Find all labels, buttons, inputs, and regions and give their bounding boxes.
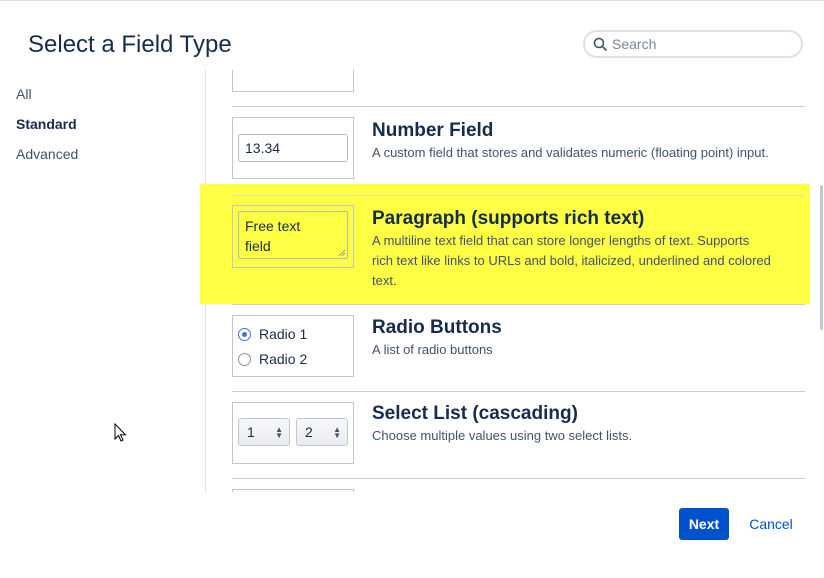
radio-label: Radio 2	[259, 351, 308, 367]
field-preview-radio: Radio 1 Radio 2	[232, 315, 354, 377]
nav-item-all[interactable]: All	[16, 85, 78, 115]
mouse-cursor-icon	[114, 423, 127, 442]
select-value: 1	[247, 424, 255, 440]
field-preview-paragraph: Free text field	[232, 205, 354, 268]
select-preview-first: 1 ▲ ▼	[238, 418, 290, 446]
search-icon	[593, 37, 607, 51]
top-border	[0, 0, 824, 1]
number-preview-input: 13.34	[238, 134, 348, 162]
preview-line: Free text	[245, 218, 301, 234]
field-row-cascading-select[interactable]: 1 ▲ ▼ 2 ▲ ▼ Select List (cascading) Choose…	[220, 392, 805, 478]
radio-unchecked-icon	[238, 352, 251, 366]
category-nav: All Standard Advanced	[16, 85, 78, 175]
radio-checked-icon	[238, 327, 251, 341]
field-type-list: 13.34 Number Field A custom field that s…	[220, 70, 805, 492]
paragraph-preview-textarea: Free text field	[238, 211, 348, 259]
field-preview-partial	[232, 489, 354, 492]
radio-option: Radio 1	[238, 326, 307, 342]
field-name: Number Field	[372, 120, 494, 141]
nav-item-advanced[interactable]: Advanced	[16, 145, 78, 175]
field-description: A list of radio buttons	[372, 342, 493, 357]
field-name: Paragraph (supports rich text)	[372, 208, 645, 229]
cancel-button[interactable]: Cancel	[745, 508, 797, 540]
nav-item-standard[interactable]: Standard	[16, 115, 78, 145]
field-preview-number: 13.34	[232, 117, 354, 179]
field-name: Radio Buttons	[372, 317, 502, 338]
radio-label: Radio 1	[259, 326, 308, 342]
search-input[interactable]	[612, 36, 782, 52]
field-description: Choose multiple values using two select …	[372, 428, 633, 443]
field-row-radio[interactable]: Radio 1 Radio 2 Radio Buttons A list of …	[220, 305, 805, 391]
preview-line: field	[245, 238, 271, 254]
field-preview-cascading: 1 ▲ ▼ 2 ▲ ▼	[232, 402, 354, 464]
field-description: A custom field that stores and validates…	[372, 145, 769, 160]
row-divider	[232, 478, 805, 479]
field-preview-partial	[232, 70, 354, 92]
radio-option: Radio 2	[238, 351, 307, 367]
select-value: 2	[305, 424, 313, 440]
dialog-title: Select a Field Type	[28, 31, 232, 58]
search-box[interactable]	[583, 30, 803, 58]
next-button[interactable]: Next	[679, 508, 729, 540]
up-down-arrow-icon: ▲ ▼	[333, 425, 341, 440]
select-preview-second: 2 ▲ ▼	[296, 418, 348, 446]
up-down-arrow-icon: ▲ ▼	[275, 425, 283, 440]
field-row-number[interactable]: 13.34 Number Field A custom field that s…	[220, 107, 805, 195]
field-row-paragraph[interactable]: Free text field Paragraph (supports rich…	[220, 196, 805, 304]
field-name: Select List (cascading)	[372, 403, 578, 424]
list-scrollbar[interactable]	[820, 185, 823, 330]
resize-grip-icon	[339, 250, 345, 256]
field-description: A multiline text field that can store lo…	[372, 233, 771, 288]
